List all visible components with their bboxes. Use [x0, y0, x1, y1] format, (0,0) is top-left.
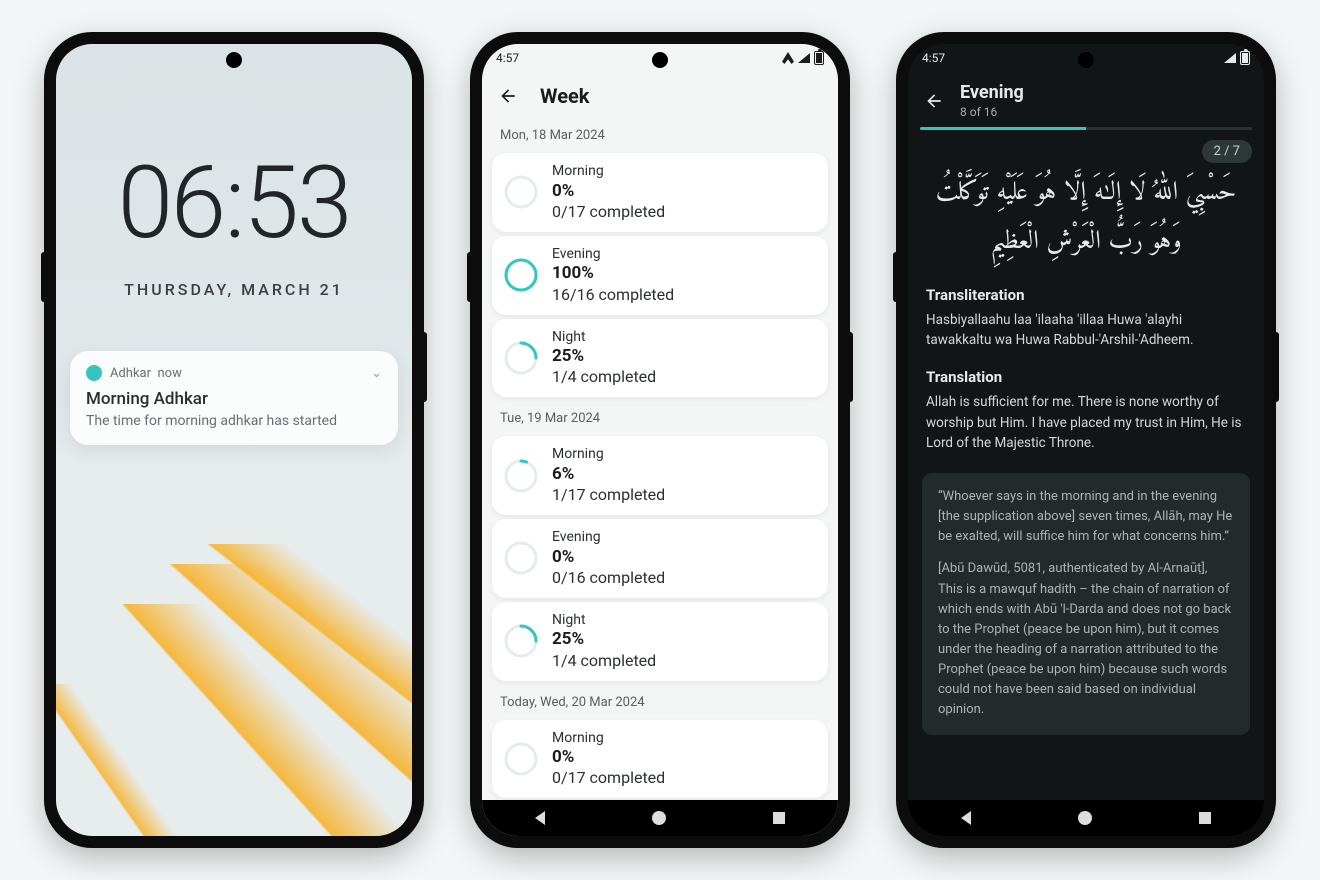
page-title: Evening — [960, 82, 1024, 103]
lockscreen: 06:53 THURSDAY, MARCH 21 Adhkar now ⌄ Mo… — [56, 44, 412, 836]
note-text-1: “Whoever says in the morning and in the … — [938, 487, 1234, 547]
phone-dhikr-reader: 4:57 Evening 8 of 16 2 / 7 حَسْب — [896, 32, 1276, 848]
progress-bar — [920, 127, 1252, 130]
notification-title: Morning Adhkar — [86, 389, 382, 409]
row-count: 0/17 completed — [552, 202, 665, 222]
translation-heading: Translation — [926, 368, 1246, 386]
progress-row[interactable]: Morning0%0/17 completed — [492, 720, 828, 799]
progress-ring — [504, 624, 538, 658]
signal-icon — [1224, 53, 1236, 63]
nav-back-icon[interactable] — [961, 811, 971, 825]
transliteration-heading: Transliteration — [926, 286, 1246, 304]
page-subtitle: 8 of 16 — [960, 105, 1024, 119]
arabic-text: حَسْبِيَ اللّٰهُ لَا إِلَـٰهَ إِلَّا هُو… — [908, 163, 1264, 268]
row-count: 0/17 completed — [552, 768, 665, 788]
row-count: 1/4 completed — [552, 651, 656, 671]
row-percent: 0% — [552, 747, 665, 768]
row-name: Morning — [552, 446, 665, 464]
progress-row[interactable]: Night25%1/4 completed — [492, 602, 828, 681]
camera-hole — [652, 52, 668, 68]
back-arrow-icon[interactable] — [498, 86, 518, 106]
row-count: 1/17 completed — [552, 485, 665, 505]
row-name: Night — [552, 329, 656, 347]
progress-ring — [504, 742, 538, 776]
camera-hole — [226, 52, 242, 68]
nav-recents-icon[interactable] — [773, 812, 785, 824]
row-name: Evening — [552, 246, 674, 264]
row-count: 1/4 completed — [552, 367, 656, 387]
lock-clock: 06:53 — [118, 154, 351, 254]
row-name: Morning — [552, 163, 665, 181]
row-percent: 6% — [552, 464, 665, 485]
repeat-counter[interactable]: 2 / 7 — [1202, 140, 1252, 163]
row-percent: 100% — [552, 263, 674, 284]
phone-lockscreen: 06:53 THURSDAY, MARCH 21 Adhkar now ⌄ Mo… — [44, 32, 424, 848]
row-name: Morning — [552, 730, 665, 748]
android-nav-bar — [482, 800, 838, 836]
row-count: 0/16 completed — [552, 568, 665, 588]
week-list[interactable]: Mon, 18 Mar 2024Morning0%0/17 completedE… — [482, 118, 838, 800]
row-name: Evening — [552, 529, 665, 547]
notification-card[interactable]: Adhkar now ⌄ Morning Adhkar The time for… — [70, 351, 398, 445]
battery-icon — [814, 51, 824, 65]
progress-row[interactable]: Morning0%0/17 completed — [492, 153, 828, 232]
row-percent: 0% — [552, 547, 665, 568]
nav-recents-icon[interactable] — [1199, 812, 1211, 824]
notification-body: The time for morning adhkar has started — [86, 413, 382, 429]
translation-text: Allah is sufficient for me. There is non… — [926, 392, 1246, 453]
progress-row[interactable]: Night25%1/4 completed — [492, 319, 828, 398]
progress-ring — [504, 258, 538, 292]
chevron-down-icon[interactable]: ⌄ — [371, 366, 382, 381]
day-label: Today, Wed, 20 Mar 2024 — [490, 685, 830, 716]
row-count: 16/16 completed — [552, 285, 674, 305]
battery-icon — [1240, 51, 1250, 65]
progress-row[interactable]: Evening100%16/16 completed — [492, 236, 828, 315]
camera-hole — [1078, 52, 1094, 68]
day-label: Mon, 18 Mar 2024 — [490, 118, 830, 149]
app-bar: Week — [482, 72, 838, 118]
row-percent: 25% — [552, 346, 656, 367]
row-name: Night — [552, 612, 656, 630]
nav-home-icon[interactable] — [1078, 811, 1092, 825]
progress-ring — [504, 459, 538, 493]
progress-ring — [504, 341, 538, 375]
notification-app: Adhkar now — [110, 366, 182, 381]
app-icon — [86, 365, 102, 381]
wifi-icon — [782, 52, 794, 64]
day-label: Tue, 19 Mar 2024 — [490, 401, 830, 432]
page-title: Week — [540, 84, 589, 108]
status-time: 4:57 — [922, 51, 945, 65]
nav-back-icon[interactable] — [535, 811, 545, 825]
row-percent: 25% — [552, 629, 656, 650]
reference-note: “Whoever says in the morning and in the … — [922, 473, 1250, 735]
app-bar: Evening 8 of 16 — [908, 72, 1264, 125]
progress-ring — [504, 175, 538, 209]
transliteration-text: Hasbiyallaahu laa 'ilaaha 'illaa Huwa 'a… — [926, 310, 1246, 351]
signal-icon — [798, 53, 810, 63]
status-time: 4:57 — [496, 51, 519, 65]
back-arrow-icon[interactable] — [924, 91, 944, 111]
row-percent: 0% — [552, 181, 665, 202]
android-nav-bar — [908, 800, 1264, 836]
nav-home-icon[interactable] — [652, 811, 666, 825]
lock-date: THURSDAY, MARCH 21 — [124, 280, 344, 299]
progress-row[interactable]: Evening0%0/16 completed — [492, 519, 828, 598]
phone-week-list: 4:57 Week Mon, 18 Mar 2024Morning0%0/17 … — [470, 32, 850, 848]
progress-ring — [504, 541, 538, 575]
note-text-2: [Abū Dawūd, 5081, authenticated by Al-Ar… — [938, 559, 1234, 720]
progress-row[interactable]: Morning6%1/17 completed — [492, 436, 828, 515]
